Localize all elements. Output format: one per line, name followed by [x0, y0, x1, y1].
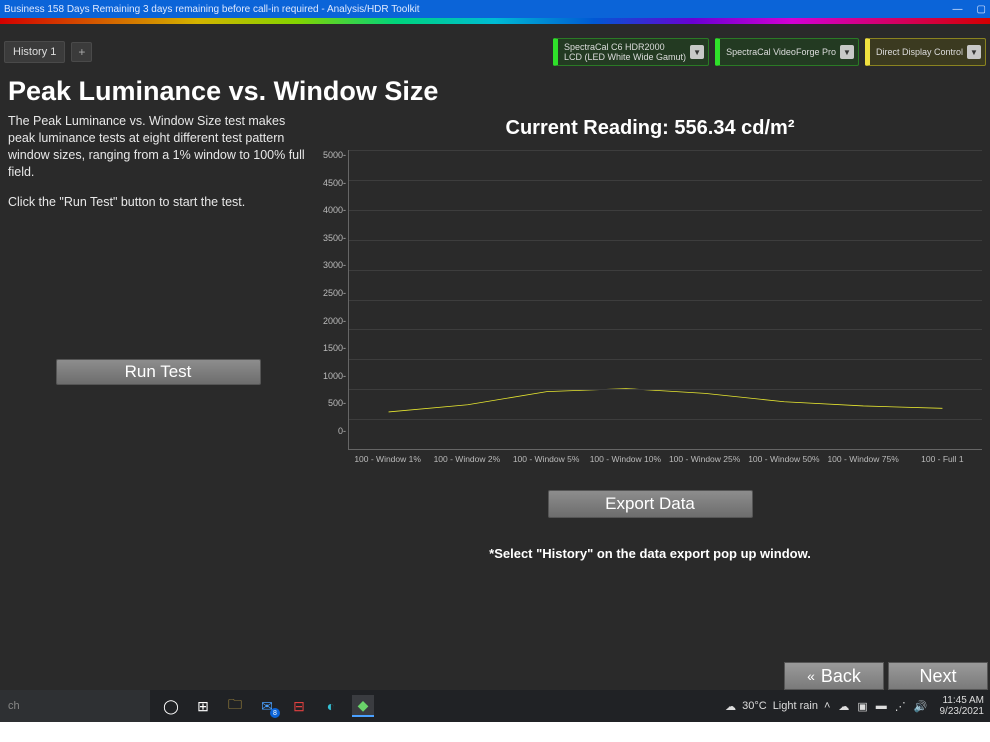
gridline [349, 180, 982, 181]
edge-icon[interactable]: ◐ [320, 695, 342, 717]
next-label: Next [919, 666, 956, 687]
mail-icon[interactable]: ✉8 [256, 695, 278, 717]
page-title: Peak Luminance vs. Window Size [8, 76, 982, 107]
wifi-icon[interactable]: ⋰ [895, 700, 906, 713]
back-label: Back [821, 666, 861, 687]
color-spectrum-bar [0, 18, 990, 24]
y-tick-label: 3500- [323, 233, 346, 243]
mail-badge: 8 [270, 708, 280, 718]
task-view-icon[interactable]: ⊞ [192, 695, 214, 717]
x-tick-label: 100 - Window 50% [744, 450, 823, 464]
y-tick-label: 2000- [323, 316, 346, 326]
microsoft-store-icon[interactable]: ⊟ [288, 695, 310, 717]
x-tick-label: 100 - Full 1 [903, 450, 982, 464]
meter-select[interactable]: SpectraCal C6 HDR2000 LCD (LED White Wid… [553, 38, 709, 66]
gridline [349, 270, 982, 271]
x-tick-label: 100 - Window 1% [348, 450, 427, 464]
gridline [349, 419, 982, 420]
gridline [349, 389, 982, 390]
taskbar-search[interactable]: ch [0, 690, 150, 722]
run-test-button[interactable]: Run Test [56, 359, 261, 385]
y-tick-label: 0- [338, 426, 346, 436]
calman-app-icon[interactable]: ◆ [352, 695, 374, 717]
tray-app-icon[interactable]: ▣ [857, 700, 867, 713]
gridline [349, 300, 982, 301]
windows-taskbar: ch ◯ ⊞ 🗀 ✉8 ⊟ ◐ ◆ ☁ 30°C Light rain ˄ ☁ … [0, 690, 990, 722]
clock-date: 9/23/2021 [940, 706, 985, 717]
y-tick-label: 1500- [323, 343, 346, 353]
reading-label: Current Reading: [506, 117, 675, 139]
add-history-tab-button[interactable]: + [71, 42, 92, 62]
y-tick-label: 500- [328, 398, 346, 408]
x-tick-label: 100 - Window 25% [665, 450, 744, 464]
page-description: The Peak Luminance vs. Window Size test … [8, 113, 308, 181]
source-select[interactable]: SpectraCal VideoForge Pro ▼ [715, 38, 859, 66]
y-tick-label: 3000- [323, 260, 346, 270]
chart-series-line [389, 389, 943, 412]
back-button[interactable]: « Back [784, 662, 884, 690]
file-explorer-icon[interactable]: 🗀 [224, 695, 246, 717]
volume-icon[interactable]: 🔊 [914, 700, 928, 713]
x-tick-label: 100 - Window 75% [824, 450, 903, 464]
y-tick-label: 2500- [323, 288, 346, 298]
tray-chevron-icon[interactable]: ˄ [824, 700, 830, 712]
luminance-chart: 5000- 4500- 4000- 3500- 3000- 2500- 2000- 1500-… [318, 150, 982, 450]
export-data-button[interactable]: Export Data [548, 490, 753, 518]
window-minimize-button[interactable]: — [953, 4, 963, 15]
chevron-down-icon: ▼ [690, 45, 704, 59]
back-arrow-icon: « [807, 668, 815, 684]
reading-value: 556.34 cd/m² [674, 117, 794, 139]
meter-mode: LCD (LED White Wide Gamut) [564, 52, 686, 62]
cloud-icon: ☁ [725, 700, 736, 713]
x-tick-label: 100 - Window 2% [427, 450, 506, 464]
x-tick-label: 100 - Window 10% [586, 450, 665, 464]
history-tab[interactable]: History 1 [4, 41, 65, 63]
clock-time: 11:45 AM [942, 695, 984, 706]
weather-widget[interactable]: ☁ 30°C Light rain [725, 700, 818, 713]
display-select[interactable]: Direct Display Control ▼ [865, 38, 986, 66]
gridline [349, 150, 982, 151]
y-tick-label: 4000- [323, 205, 346, 215]
window-maximize-button[interactable]: ▢ [977, 4, 986, 15]
page-instruction: Click the "Run Test" button to start the… [8, 195, 308, 209]
window-title: Business 158 Days Remaining 3 days remai… [4, 4, 953, 15]
gridline [349, 359, 982, 360]
y-tick-label: 4500- [323, 178, 346, 188]
export-note: *Select "History" on the data export pop… [318, 546, 982, 561]
y-tick-label: 5000- [323, 150, 346, 160]
y-tick-label: 1000- [323, 371, 346, 381]
gridline [349, 329, 982, 330]
gridline [349, 240, 982, 241]
weather-temp: 30°C [742, 700, 767, 712]
taskbar-clock[interactable]: 11:45 AM 9/23/2021 [934, 695, 990, 717]
x-tick-label: 100 - Window 5% [507, 450, 586, 464]
current-reading: Current Reading: 556.34 cd/m² [318, 117, 982, 140]
source-name: SpectraCal VideoForge Pro [726, 47, 836, 57]
chevron-down-icon: ▼ [840, 45, 854, 59]
battery-icon[interactable]: ▬ [876, 700, 887, 712]
display-name: Direct Display Control [876, 47, 963, 57]
cortana-icon[interactable]: ◯ [160, 695, 182, 717]
weather-text: Light rain [773, 700, 818, 712]
next-button[interactable]: Next [888, 662, 988, 690]
window-titlebar: Business 158 Days Remaining 3 days remai… [0, 0, 990, 18]
gridline [349, 210, 982, 211]
meter-name: SpectraCal C6 HDR2000 [564, 42, 686, 52]
onedrive-icon[interactable]: ☁ [838, 700, 849, 713]
chevron-down-icon: ▼ [967, 45, 981, 59]
